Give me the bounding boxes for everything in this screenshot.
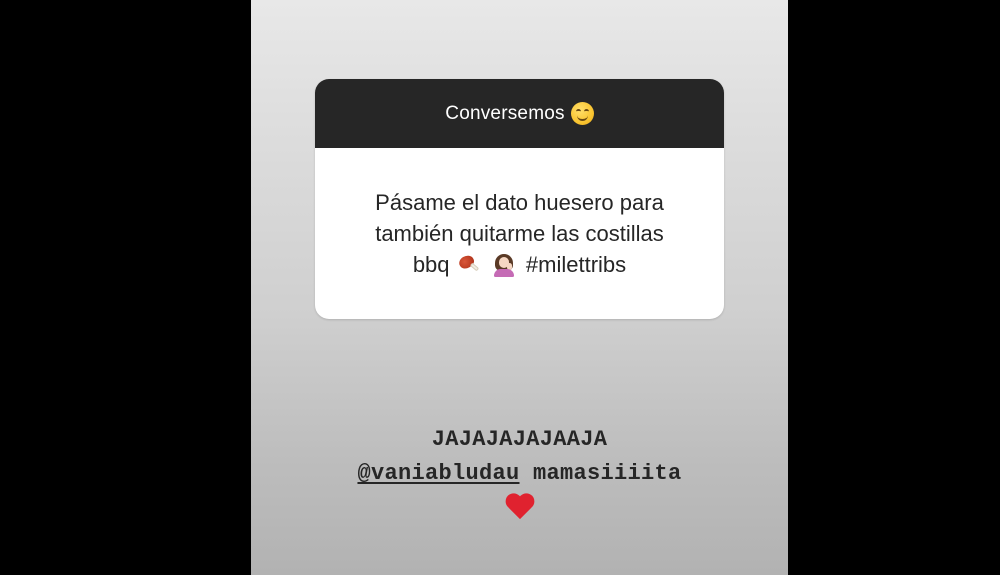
question-sticker-body: Pásame el dato huesero para también quit… <box>315 148 724 319</box>
user-mention[interactable]: @vaniabludau <box>357 461 519 486</box>
reply-line-3 <box>251 491 788 525</box>
question-line-3-start: bbq <box>412 252 450 277</box>
question-line-2: también quitarme las costillas <box>375 221 664 246</box>
red-heart-icon <box>505 494 535 522</box>
woman-tipping-hand-icon <box>492 253 516 277</box>
reply-line-2-rest: mamasiiiita <box>519 461 682 486</box>
question-sticker-header: Conversemos <box>315 79 724 148</box>
smiling-face-icon <box>570 102 594 125</box>
question-line-1: Pásame el dato huesero para <box>375 190 664 215</box>
question-sticker: Conversemos Pásame el dato huesero para … <box>315 79 724 319</box>
meat-on-bone-icon <box>456 253 480 276</box>
question-text: Pásame el dato huesero para también quit… <box>375 187 664 280</box>
reply-line-2: @vaniabludau mamasiiiita <box>251 457 788 491</box>
hashtag[interactable]: #milettribs <box>526 252 626 277</box>
screenshot-frame: Conversemos Pásame el dato huesero para … <box>0 0 1000 575</box>
question-sticker-title: Conversemos <box>445 102 565 124</box>
story-reply-text: JAJAJAJAJAAJA @vaniabludau mamasiiiita <box>251 423 788 525</box>
reply-line-1: JAJAJAJAJAAJA <box>431 427 608 452</box>
instagram-story[interactable]: Conversemos Pásame el dato huesero para … <box>251 0 788 575</box>
